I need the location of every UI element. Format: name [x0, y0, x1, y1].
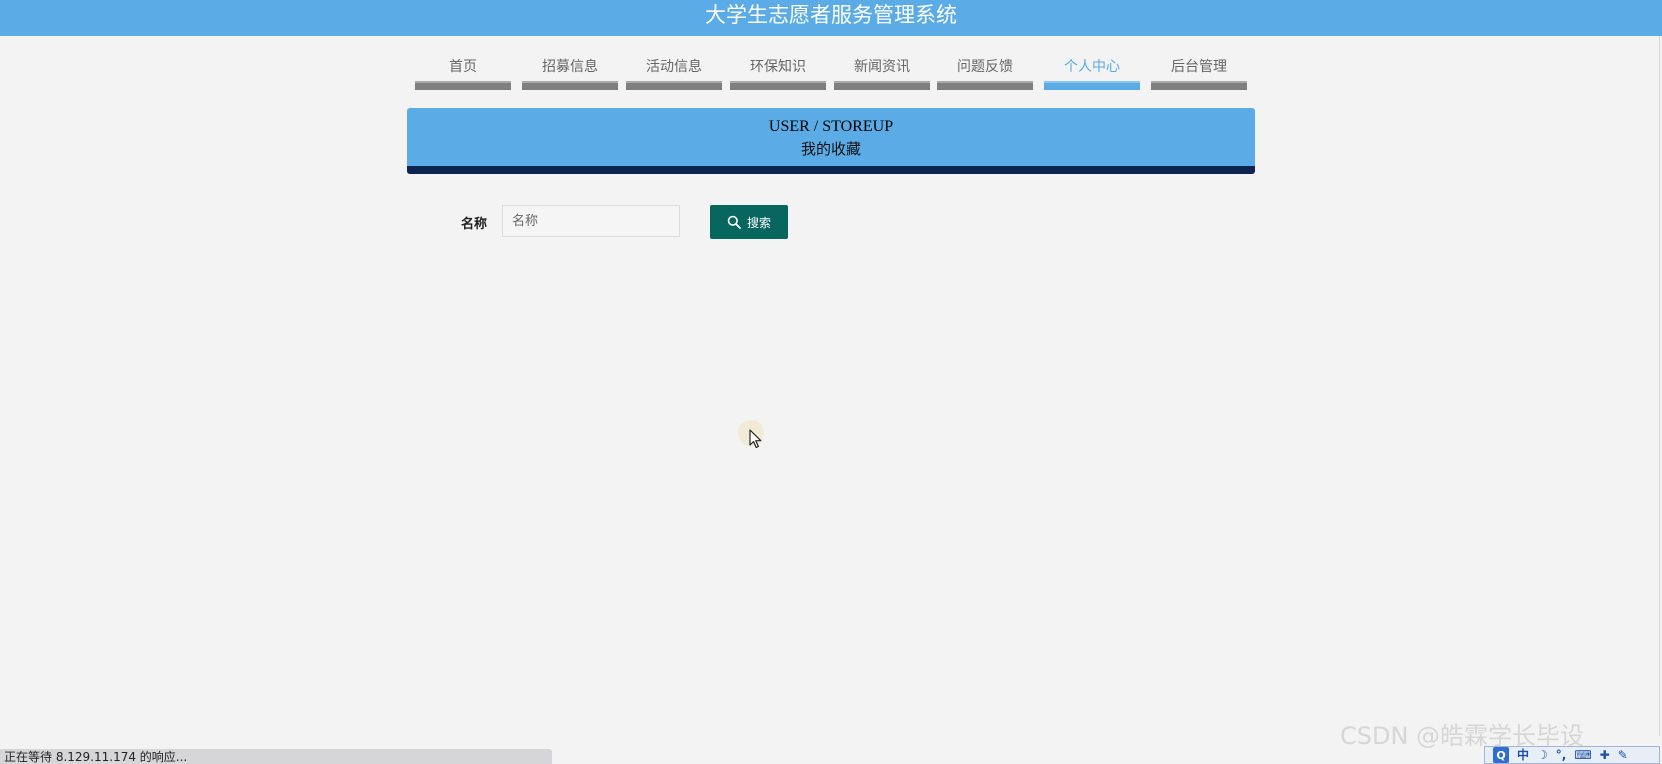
search-input[interactable]: [502, 205, 680, 237]
nav-item-label: 活动信息: [646, 59, 702, 75]
nav-item-recruitment[interactable]: 招募信息: [522, 54, 618, 92]
nav-item-admin[interactable]: 后台管理: [1151, 54, 1247, 92]
nav-item-label: 招募信息: [542, 59, 598, 75]
nav-item-eco-knowledge[interactable]: 环保知识: [730, 54, 826, 92]
mouse-cursor-icon: [749, 429, 763, 453]
nav-item-underline: [834, 81, 930, 90]
nav-item-label: 新闻资讯: [854, 59, 910, 75]
search-button-label: 搜索: [746, 215, 771, 230]
nav-item-news[interactable]: 新闻资讯: [834, 54, 930, 92]
ime-logo-icon[interactable]: Q: [1493, 747, 1509, 763]
section-banner: USER / STOREUP 我的收藏: [407, 108, 1255, 174]
main-nav: 首页 招募信息 活动信息 环保知识 新闻资讯 问题反馈 个人中心 后台管理: [0, 54, 1662, 94]
section-title-cn: 我的收藏: [800, 140, 861, 158]
nav-item-home[interactable]: 首页: [415, 54, 511, 92]
nav-item-underline: [937, 81, 1033, 90]
nav-item-underline: [415, 81, 511, 90]
ime-keyboard-icon[interactable]: ⌨: [1574, 748, 1591, 762]
search-icon: [727, 215, 741, 229]
nav-item-label: 后台管理: [1171, 59, 1227, 75]
ime-settings-icon[interactable]: ✎: [1618, 748, 1628, 762]
banner-bottom-stripe: [407, 166, 1255, 174]
nav-item-activities[interactable]: 活动信息: [626, 54, 722, 92]
nav-item-underline: [1151, 81, 1247, 90]
nav-item-label: 环保知识: [750, 59, 806, 75]
top-header: 大学生志愿者服务管理系统: [0, 0, 1662, 36]
nav-item-underline: [1044, 81, 1140, 90]
search-label: 名称: [461, 217, 488, 232]
nav-item-underline: [626, 81, 722, 90]
nav-item-label: 问题反馈: [957, 59, 1013, 75]
nav-item-feedback[interactable]: 问题反馈: [937, 54, 1033, 92]
ime-tools-icon[interactable]: ✚: [1600, 748, 1610, 762]
ime-punctuation-icon[interactable]: °,: [1556, 748, 1567, 762]
ime-halfwidth-icon[interactable]: ☽: [1537, 748, 1548, 762]
nav-item-label: 首页: [449, 59, 477, 75]
site-title: 大学生志愿者服务管理系统: [705, 3, 957, 27]
browser-status-bar: 正在等待 8.129.11.174 的响应...: [0, 749, 552, 764]
section-title-en: USER / STOREUP: [768, 118, 894, 135]
nav-item-underline: [522, 81, 618, 90]
nav-item-label: 个人中心: [1064, 59, 1120, 75]
ime-toolbar: Q 中 ☽ °, ⌨ ✚ ✎: [1484, 746, 1660, 764]
status-text: 正在等待 8.129.11.174 的响应...: [4, 750, 188, 764]
page-right-edge: [1659, 36, 1660, 736]
ime-chinese-mode[interactable]: 中: [1517, 748, 1529, 762]
nav-item-underline: [730, 81, 826, 90]
nav-item-personal-center[interactable]: 个人中心: [1044, 54, 1140, 92]
search-button[interactable]: 搜索: [710, 205, 788, 239]
